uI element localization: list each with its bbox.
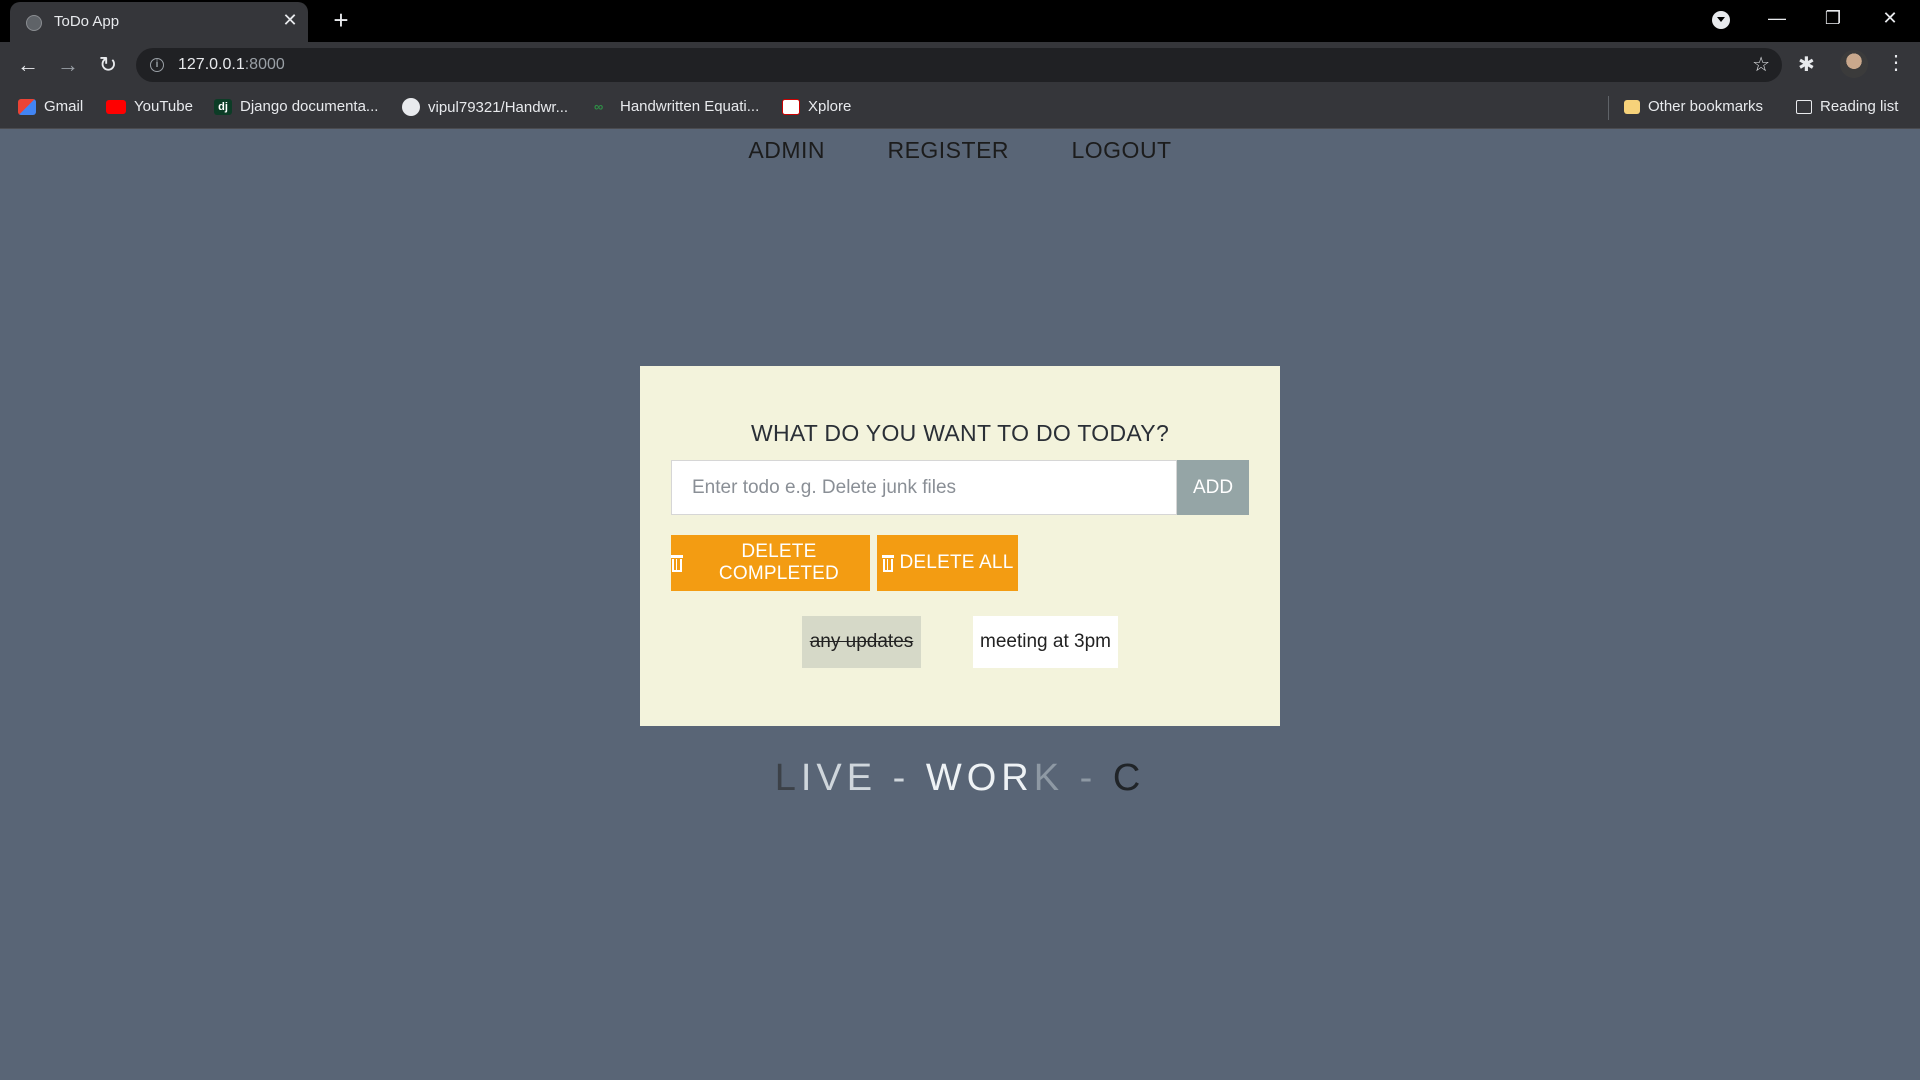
- folder-icon: [1624, 99, 1640, 114]
- browser-tab-bar: ToDo App ✕ + — ❐ ✕: [0, 0, 1920, 42]
- reading-list[interactable]: Reading list: [1796, 98, 1898, 115]
- delete-all-button[interactable]: DELETE ALL: [877, 535, 1018, 591]
- todo-item-completed[interactable]: any updates: [802, 616, 921, 668]
- browser-tab[interactable]: ToDo App ✕: [10, 2, 308, 42]
- trash-icon: [881, 554, 894, 572]
- youtube-icon: [106, 99, 126, 114]
- close-tab-icon[interactable]: ✕: [280, 10, 300, 30]
- todo-card: WHAT DO YOU WANT TO DO TODAY? ADD DELETE…: [640, 366, 1280, 726]
- animated-tagline: LIVE - WORK - C: [774, 757, 1146, 799]
- new-tab-icon[interactable]: +: [327, 6, 355, 34]
- browser-toolbar: ← → ↻ i 127.0.0.1:8000 ☆ ✱ ⋮: [0, 42, 1920, 88]
- bookmark-xplore[interactable]: Xplore: [782, 98, 851, 115]
- restore-icon[interactable]: ❐: [1813, 6, 1853, 30]
- kebab-menu-icon[interactable]: ⋮: [1886, 50, 1906, 75]
- reading-list-icon: [1796, 99, 1812, 114]
- other-bookmarks[interactable]: Other bookmarks: [1624, 98, 1763, 115]
- nav-admin-link[interactable]: ADMIN: [748, 137, 825, 164]
- ieee-icon: [782, 98, 800, 115]
- address-bar[interactable]: i 127.0.0.1:8000 ☆: [136, 48, 1782, 82]
- info-icon[interactable]: i: [150, 58, 164, 72]
- bookmark-youtube[interactable]: YouTube: [106, 98, 193, 115]
- bookmark-star-icon[interactable]: ☆: [1752, 52, 1770, 77]
- bookmark-django[interactable]: dj Django documenta...: [214, 98, 378, 115]
- tab-search-icon[interactable]: [1712, 11, 1730, 29]
- nav-logout-link[interactable]: LOGOUT: [1071, 137, 1171, 164]
- add-button[interactable]: ADD: [1177, 460, 1249, 515]
- github-icon: [402, 98, 420, 116]
- tab-title: ToDo App: [54, 13, 120, 30]
- django-icon: dj: [214, 98, 232, 115]
- bookmark-handwritten[interactable]: ∞ Handwritten Equati...: [594, 98, 759, 115]
- todo-item[interactable]: meeting at 3pm: [973, 616, 1118, 668]
- nav-register-link[interactable]: REGISTER: [887, 137, 1009, 164]
- bookmark-gmail[interactable]: Gmail: [18, 98, 83, 115]
- page-content: ADMIN REGISTER LOGOUT WHAT DO YOU WANT T…: [0, 129, 1920, 1080]
- forward-icon[interactable]: →: [54, 51, 82, 79]
- bookmarks-bar: Gmail YouTube dj Django documenta... vip…: [0, 88, 1920, 129]
- link-icon: ∞: [594, 98, 604, 114]
- close-window-icon[interactable]: ✕: [1870, 6, 1910, 30]
- url-text[interactable]: 127.0.0.1:8000: [178, 56, 285, 74]
- back-icon[interactable]: ←: [14, 51, 42, 79]
- todo-input[interactable]: [671, 460, 1177, 515]
- trash-icon: [671, 554, 683, 572]
- reload-icon[interactable]: ↻: [94, 51, 122, 79]
- minimize-icon[interactable]: —: [1757, 6, 1797, 30]
- gmail-icon: [18, 98, 36, 115]
- profile-avatar[interactable]: [1840, 50, 1868, 78]
- globe-icon: [26, 15, 42, 31]
- extensions-icon[interactable]: ✱: [1798, 52, 1815, 77]
- bookmark-github[interactable]: vipul79321/Handwr...: [402, 98, 568, 116]
- top-navigation: ADMIN REGISTER LOGOUT: [0, 137, 1920, 164]
- bookmarks-divider: [1608, 96, 1609, 120]
- delete-completed-button[interactable]: DELETE COMPLETED: [671, 535, 870, 591]
- todo-heading: WHAT DO YOU WANT TO DO TODAY?: [750, 420, 1170, 446]
